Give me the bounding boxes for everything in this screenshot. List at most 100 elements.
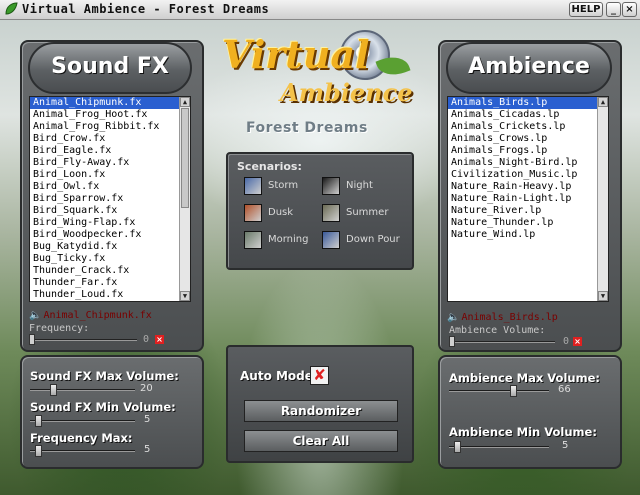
scenario-summer[interactable]: Summer xyxy=(322,204,396,222)
logo-word-virtual: Virtual xyxy=(222,32,370,77)
frequency-slider-knob[interactable] xyxy=(29,334,35,345)
frequency-max-knob[interactable] xyxy=(35,445,42,457)
leaf-app-icon xyxy=(5,2,18,15)
clear-all-button[interactable]: Clear All xyxy=(244,430,398,452)
title-bar: Virtual Ambience - Forest Dreams HELP _ … xyxy=(0,0,640,20)
amb-min-volume-slider[interactable]: 5 xyxy=(449,440,613,454)
downpour-thumbnail-icon xyxy=(322,231,340,249)
ambience-list-item[interactable]: Nature_Rain-Light.lp xyxy=(448,193,608,205)
scroll-up-arrow-icon[interactable]: ▲ xyxy=(180,97,190,107)
scenario-morning[interactable]: Morning xyxy=(244,231,318,249)
ambience-list-item[interactable]: Animals_Frogs.lp xyxy=(448,145,608,157)
sound-fx-list[interactable]: Animal_Chipmunk.fx Animal_Frog_Hoot.fx Ani… xyxy=(29,96,191,302)
ambience-list-item[interactable]: Nature_Thunder.lp xyxy=(448,217,608,229)
amb-max-volume-slider[interactable]: 66 xyxy=(449,384,613,398)
storm-thumbnail-icon xyxy=(244,177,262,195)
ambience-list-item[interactable]: Civilization_Music.lp xyxy=(448,169,608,181)
preset-subtitle: Forest Dreams xyxy=(246,120,368,136)
ambience-current: 🔈 Animals_Birds.lp xyxy=(447,312,558,323)
amb-min-volume-label: Ambience Min Volume: xyxy=(449,425,597,439)
sound-fx-list-item[interactable]: Thunder_Loud.fx xyxy=(30,289,190,301)
sound-fx-header: Sound FX xyxy=(28,42,192,94)
sfx-min-volume-label: Sound FX Min Volume: xyxy=(30,400,176,414)
scenario-label: Summer xyxy=(346,207,389,218)
amb-max-volume-knob[interactable] xyxy=(510,385,517,397)
minimize-button[interactable]: _ xyxy=(606,2,621,17)
frequency-slider[interactable]: 0 × xyxy=(29,334,193,346)
sound-fx-list-item[interactable]: Bird_Woodpecker.fx xyxy=(30,229,190,241)
sfx-max-volume-knob[interactable] xyxy=(50,384,57,396)
scroll-down-arrow-icon[interactable]: ▼ xyxy=(598,291,608,301)
sfx-min-volume-slider[interactable]: 5 xyxy=(30,414,194,428)
amb-min-volume-knob[interactable] xyxy=(454,441,461,453)
scenarios-header: Scenarios: xyxy=(237,160,302,173)
window-title: Virtual Ambience - Forest Dreams xyxy=(22,2,270,16)
sound-fx-list-item[interactable]: Bird_Owl.fx xyxy=(30,181,190,193)
scenario-label: Storm xyxy=(268,180,299,191)
speaker-icon: 🔈 xyxy=(29,310,42,321)
sound-fx-list-item[interactable]: Thunder_Far.fx xyxy=(30,277,190,289)
frequency-label: Frequency: xyxy=(29,323,90,334)
ambience-list-item[interactable]: Animals_Cicadas.lp xyxy=(448,109,608,121)
ambience-list-item[interactable]: Nature_River.lp xyxy=(448,205,608,217)
scenario-label: Morning xyxy=(268,234,309,245)
ambience-volume-label: Ambience Volume: xyxy=(449,325,546,336)
scenario-dusk[interactable]: Dusk xyxy=(244,204,318,222)
sound-fx-list-item[interactable]: Bug_Ticky.fx xyxy=(30,253,190,265)
scenario-night[interactable]: Night xyxy=(322,177,396,195)
ambience-header: Ambience xyxy=(446,42,612,94)
scenario-storm[interactable]: Storm xyxy=(244,177,318,195)
logo-word-ambience: Ambience xyxy=(280,78,413,107)
scroll-down-arrow-icon[interactable]: ▼ xyxy=(180,291,190,301)
sfx-max-volume-label: Sound FX Max Volume: xyxy=(30,369,179,383)
sound-fx-list-item[interactable]: Bug_Katydid.fx xyxy=(30,241,190,253)
sound-fx-list-item[interactable]: Bird_Sparrow.fx xyxy=(30,193,190,205)
amb-max-volume-label: Ambience Max Volume: xyxy=(449,371,600,385)
sound-fx-list-item[interactable]: Bird_Eagle.fx xyxy=(30,145,190,157)
randomizer-button[interactable]: Randomizer xyxy=(244,400,398,422)
sound-fx-current-name: Animal_Chipmunk.fx xyxy=(43,310,152,321)
frequency-clear-icon[interactable]: × xyxy=(155,335,164,344)
ambience-list-item[interactable]: Animals_Night-Bird.lp xyxy=(448,157,608,169)
scenario-label: Night xyxy=(346,180,373,191)
frequency-max-value: 5 xyxy=(144,444,151,455)
sfx-max-volume-slider[interactable]: 20 xyxy=(30,383,194,397)
sound-fx-scrollbar[interactable]: ▲ ▼ xyxy=(179,97,190,301)
ambience-volume-value: 0 xyxy=(563,336,570,347)
ambience-volume-slider[interactable]: 0 × xyxy=(449,336,613,348)
ambience-volume-clear-icon[interactable]: × xyxy=(573,337,582,346)
ambience-list-item[interactable]: Animals_Crows.lp xyxy=(448,133,608,145)
ambience-list-item[interactable]: Nature_Wind.lp xyxy=(448,229,608,241)
amb-max-volume-value: 66 xyxy=(558,384,571,395)
sound-fx-list-item[interactable]: Animal_Frog_Hoot.fx xyxy=(30,109,190,121)
close-button[interactable]: × xyxy=(622,2,637,17)
sound-fx-list-item[interactable]: Bird_Crow.fx xyxy=(30,133,190,145)
scenario-down-pour[interactable]: Down Pour xyxy=(322,231,400,249)
scenario-label: Dusk xyxy=(268,207,294,218)
auto-mode-label: Auto Mode: xyxy=(240,369,318,383)
sound-fx-list-item[interactable]: Bird_Fly-Away.fx xyxy=(30,157,190,169)
sound-fx-list-item[interactable]: Bird_Loon.fx xyxy=(30,169,190,181)
sound-fx-list-item[interactable]: Animal_Frog_Ribbit.fx xyxy=(30,121,190,133)
auto-mode-checkbox[interactable]: ✘ xyxy=(310,366,329,385)
sound-fx-list-item[interactable]: Bird_Squark.fx xyxy=(30,205,190,217)
scroll-thumb[interactable] xyxy=(181,108,189,208)
sound-fx-current: 🔈 Animal_Chipmunk.fx xyxy=(29,310,152,321)
speaker-icon: 🔈 xyxy=(447,312,460,323)
ambience-list-item[interactable]: Animals_Birds.lp xyxy=(448,97,608,109)
sound-fx-list-item[interactable]: Animal_Chipmunk.fx xyxy=(30,97,190,109)
sound-fx-list-item[interactable]: Thunder_Crack.fx xyxy=(30,265,190,277)
sfx-min-volume-value: 5 xyxy=(144,414,151,425)
help-button[interactable]: HELP xyxy=(569,2,603,17)
ambience-volume-knob[interactable] xyxy=(449,336,455,347)
scroll-up-arrow-icon[interactable]: ▲ xyxy=(598,97,608,107)
ambience-scrollbar[interactable]: ▲ ▼ xyxy=(597,97,608,301)
scenario-label: Down Pour xyxy=(346,234,400,245)
sound-fx-list-item[interactable]: Bird_Wing-Flap.fx xyxy=(30,217,190,229)
frequency-max-slider[interactable]: 5 xyxy=(30,444,194,458)
ambience-list[interactable]: Animals_Birds.lp Animals_Cicadas.lp Animal… xyxy=(447,96,609,302)
sfx-min-volume-knob[interactable] xyxy=(35,415,42,427)
ambience-list-item[interactable]: Animals_Crickets.lp xyxy=(448,121,608,133)
amb-min-volume-value: 5 xyxy=(562,440,569,451)
ambience-list-item[interactable]: Nature_Rain-Heavy.lp xyxy=(448,181,608,193)
